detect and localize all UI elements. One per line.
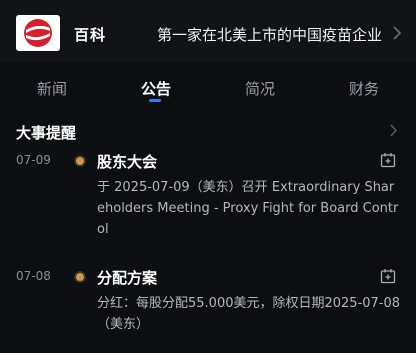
event-title: 分配方案 [97,269,158,287]
company-logo [16,15,60,51]
add-to-calendar-icon[interactable] [380,152,396,168]
company-baike-label: 百科 [74,26,107,44]
event-description: 于 2025-07-09（美东）召开 Extraordinary Shareho… [97,180,399,237]
event-date: 07-09 [16,153,51,167]
section-title[interactable]: 大事提醒 [16,122,76,143]
event-date: 07-08 [16,269,51,283]
add-to-calendar-icon[interactable] [380,268,396,284]
tab-news[interactable]: 新闻 [0,78,104,99]
company-description[interactable]: 第一家在北美上市的中国疫苗企业 [157,24,382,45]
tab-financials[interactable]: 财务 [312,78,416,99]
event-description: 分红：每股分配55.000美元，除权日期2025-07-08（美东） [97,296,401,332]
event-title: 股东大会 [97,153,158,171]
active-tab-indicator [149,99,161,102]
timeline-dot [76,273,84,281]
timeline-dot [76,157,84,165]
chevron-right-icon[interactable] [389,124,398,137]
company-header[interactable]: 百科 第一家在北美上市的中国疫苗企业 [0,0,416,62]
tab-bar: 新闻 公告 简况 财务 [0,62,416,112]
chevron-right-icon[interactable] [392,26,402,40]
tab-profile[interactable]: 简况 [208,78,312,99]
tab-announcements[interactable]: 公告 [104,78,208,99]
